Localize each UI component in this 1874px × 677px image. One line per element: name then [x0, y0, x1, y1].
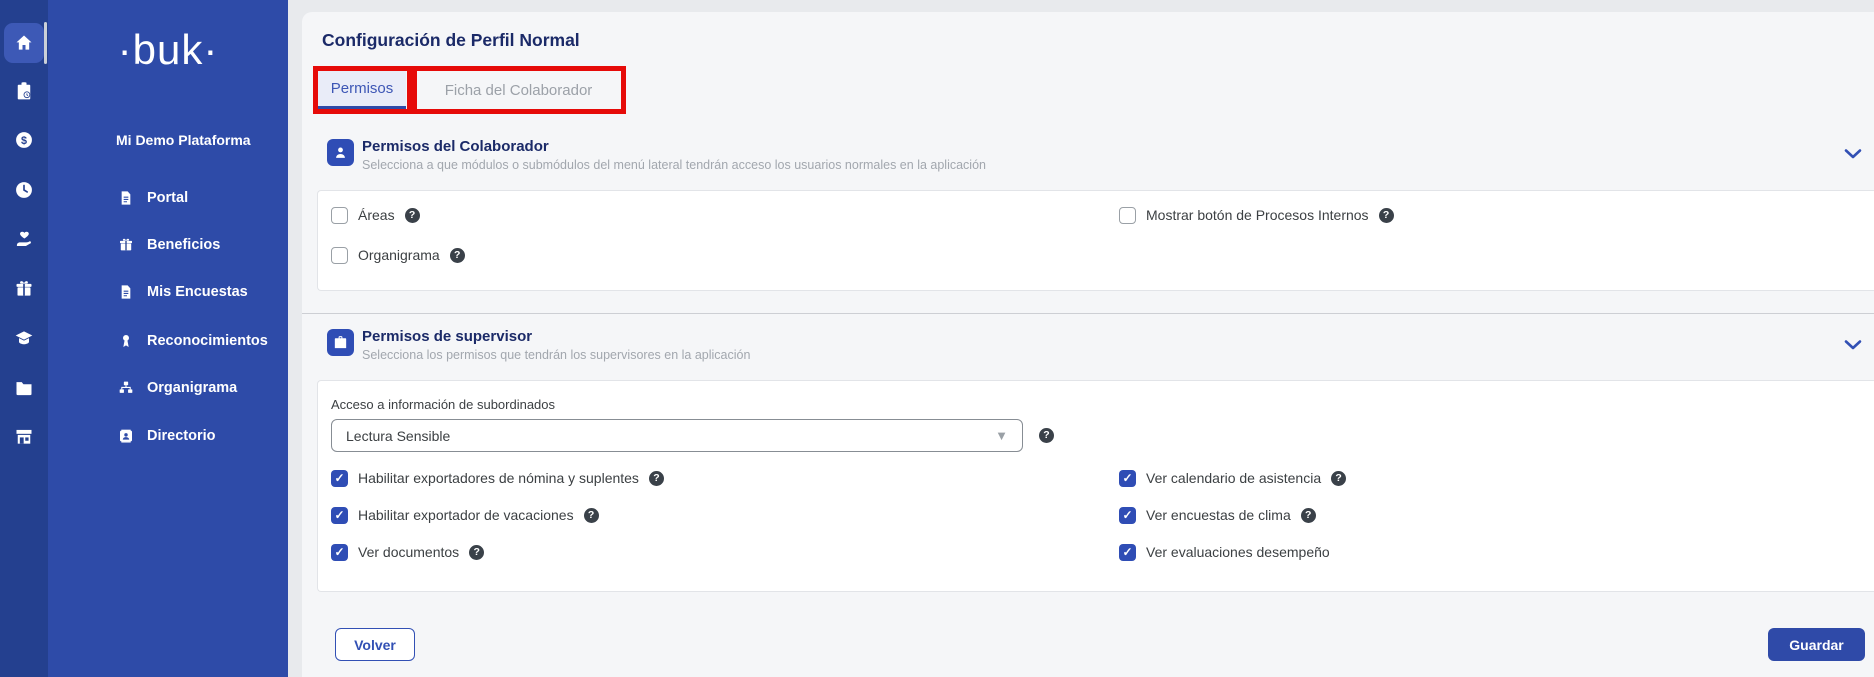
checkbox-row-mostrar-boton: Mostrar botón de Procesos Internos	[1119, 206, 1394, 224]
acceso-subordinados-select[interactable]: Lectura Sensible ▼	[331, 419, 1023, 452]
sidebar-item-directorio[interactable]: Directorio	[118, 426, 216, 446]
checkbox-row-exportador-vacaciones: Habilitar exportador de vacaciones	[331, 506, 599, 524]
person-badge-icon	[327, 139, 354, 166]
help-icon[interactable]	[1301, 508, 1316, 523]
contact-card-icon	[118, 428, 134, 444]
clipboard-clock-icon[interactable]	[14, 81, 34, 101]
evaluaciones-desempeno-checkbox[interactable]	[1119, 544, 1136, 561]
checkbox-row-ver-documentos: Ver documentos	[331, 543, 484, 561]
section-subtitle: Selecciona los permisos que tendrán los …	[362, 348, 750, 362]
help-icon[interactable]	[1039, 428, 1054, 443]
buk-logo: ·buk·	[48, 26, 288, 74]
mostrar-boton-checkbox[interactable]	[1119, 207, 1136, 224]
clock-icon[interactable]	[14, 180, 34, 200]
sidebar-item-label: Portal	[147, 190, 188, 206]
document-icon	[118, 284, 134, 300]
checkbox-label: Ver encuestas de clima	[1146, 507, 1291, 523]
permisos-supervisor-card: Acceso a información de subordinados Lec…	[317, 380, 1874, 592]
sidebar-item-portal[interactable]: Portal	[118, 188, 188, 208]
tab-label: Permisos	[331, 80, 394, 97]
checkbox-label: Ver evaluaciones desempeño	[1146, 544, 1330, 560]
sidebar-item-organigrama[interactable]: Organigrama	[118, 378, 237, 398]
checkbox-label: Ver documentos	[358, 544, 459, 560]
section-title-permisos-colaborador: Permisos del Colaborador	[362, 138, 549, 155]
checkbox-row-organigrama: Organigrama	[331, 246, 465, 264]
checkbox-row-calendario-asistencia: Ver calendario de asistencia	[1119, 469, 1346, 487]
sidebar-item-label: Mis Encuestas	[147, 284, 248, 300]
app-root: ·buk· Mi Demo Plataforma Portal Benefici…	[0, 0, 1874, 677]
page-title: Configuración de Perfil Normal	[322, 30, 580, 51]
rail-scrollbar[interactable]	[44, 22, 47, 64]
document-icon	[118, 190, 134, 206]
exportador-vacaciones-checkbox[interactable]	[331, 507, 348, 524]
hand-heart-icon[interactable]	[14, 229, 34, 249]
exportadores-nomina-checkbox[interactable]	[331, 470, 348, 487]
sidebar-item-label: Reconocimientos	[147, 333, 268, 349]
areas-checkbox[interactable]	[331, 207, 348, 224]
calendario-asistencia-checkbox[interactable]	[1119, 470, 1136, 487]
checkbox-row-encuestas-clima: Ver encuestas de clima	[1119, 506, 1316, 524]
section-subtitle: Selecciona a que módulos o submódulos de…	[362, 158, 986, 172]
organigrama-checkbox[interactable]	[331, 247, 348, 264]
checkbox-label: Habilitar exportador de vacaciones	[358, 507, 574, 523]
tab-permisos[interactable]: Permisos	[318, 71, 406, 109]
help-icon[interactable]	[1331, 471, 1346, 486]
help-icon[interactable]	[1379, 208, 1394, 223]
ver-documentos-checkbox[interactable]	[331, 544, 348, 561]
checkbox-row-exportadores-nomina: Habilitar exportadores de nómina y suple…	[331, 469, 664, 487]
sidebar-item-reconocimientos[interactable]: Reconocimientos	[118, 331, 268, 351]
tab-ficha-del-colaborador[interactable]: Ficha del Colaborador	[417, 71, 620, 109]
permisos-colaborador-card: Áreas Organigrama Mostrar botón de Proce…	[317, 190, 1874, 291]
sidebar-item-beneficios[interactable]: Beneficios	[118, 235, 220, 255]
chevron-down-icon[interactable]	[1844, 338, 1862, 350]
dollar-circle-icon[interactable]	[14, 130, 34, 150]
org-chart-icon	[118, 380, 134, 396]
sidebar-item-label: Directorio	[147, 428, 216, 444]
section-title-permisos-supervisor: Permisos de supervisor	[362, 328, 532, 345]
main-panel: Configuración de Perfil Normal Permisos …	[302, 12, 1874, 677]
tab-label: Ficha del Colaborador	[445, 82, 593, 99]
select-label: Acceso a información de subordinados	[331, 397, 555, 412]
home-icon[interactable]	[14, 33, 34, 53]
folder-icon[interactable]	[14, 378, 34, 398]
medal-icon	[118, 333, 134, 349]
sidebar-item-mis-encuestas[interactable]: Mis Encuestas	[118, 282, 248, 302]
checkbox-label: Habilitar exportadores de nómina y suple…	[358, 470, 639, 486]
help-icon[interactable]	[649, 471, 664, 486]
checkbox-row-evaluaciones-desempeno: Ver evaluaciones desempeño	[1119, 543, 1330, 561]
checkbox-label: Mostrar botón de Procesos Internos	[1146, 207, 1369, 223]
chevron-down-icon[interactable]	[1844, 147, 1862, 159]
checkbox-label: Áreas	[358, 207, 395, 223]
section-divider	[302, 313, 1874, 314]
sidebar-icon-rail	[0, 0, 48, 677]
help-icon[interactable]	[584, 508, 599, 523]
help-icon[interactable]	[450, 248, 465, 263]
sidebar-item-label: Organigrama	[147, 380, 237, 396]
select-value: Lectura Sensible	[346, 428, 995, 444]
graduation-cap-icon[interactable]	[14, 328, 34, 348]
sidebar: ·buk· Mi Demo Plataforma Portal Benefici…	[48, 0, 288, 677]
checkbox-label: Ver calendario de asistencia	[1146, 470, 1321, 486]
help-icon[interactable]	[469, 545, 484, 560]
sidebar-item-label: Beneficios	[147, 237, 220, 253]
gift-icon	[118, 237, 134, 253]
checkbox-label: Organigrama	[358, 247, 440, 263]
checkbox-row-areas: Áreas	[331, 206, 420, 224]
storefront-icon[interactable]	[14, 427, 34, 447]
volver-button[interactable]: Volver	[335, 628, 415, 661]
briefcase-icon	[327, 329, 354, 356]
dropdown-caret-icon: ▼	[995, 428, 1008, 443]
gift-box-icon[interactable]	[14, 279, 34, 299]
encuestas-clima-checkbox[interactable]	[1119, 507, 1136, 524]
guardar-button[interactable]: Guardar	[1768, 628, 1865, 661]
workspace-title: Mi Demo Plataforma	[116, 132, 251, 148]
help-icon[interactable]	[405, 208, 420, 223]
